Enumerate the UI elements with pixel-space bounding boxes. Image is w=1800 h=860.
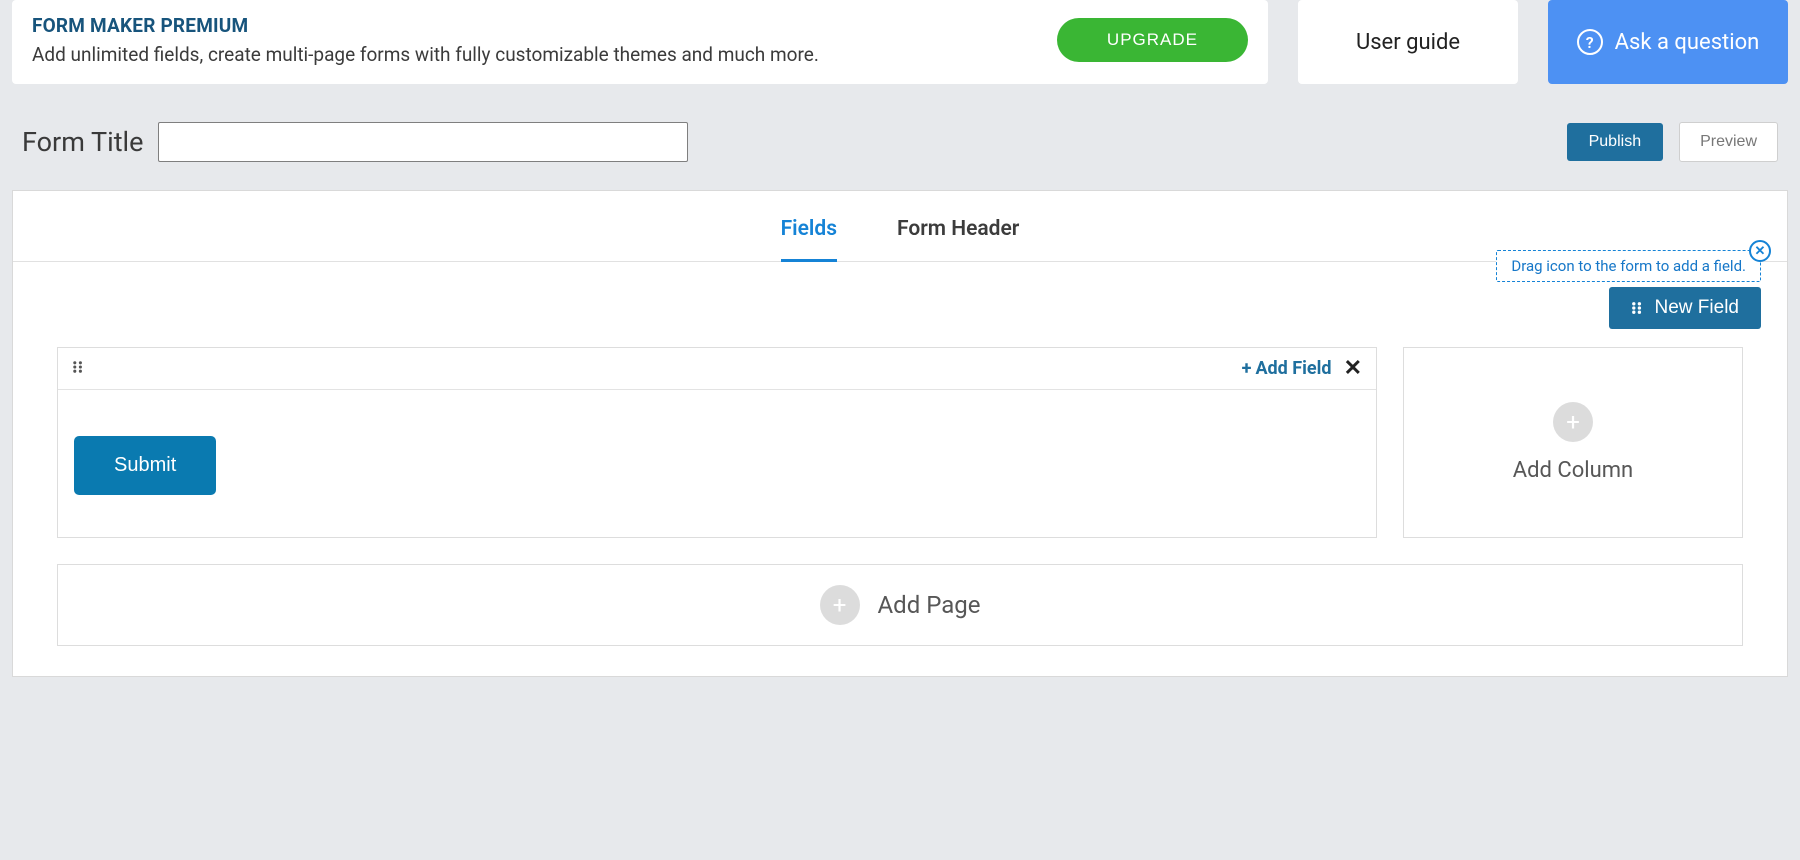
add-page-button[interactable]: + Add Page: [57, 564, 1743, 646]
form-title-actions: Publish Preview: [1567, 122, 1778, 162]
submit-area: Submit: [58, 390, 1376, 537]
add-field-button[interactable]: + Add Field: [1242, 358, 1332, 379]
submit-button[interactable]: Submit: [74, 436, 216, 495]
user-guide-label: User guide: [1356, 30, 1460, 55]
promo-subtitle: Add unlimited fields, create multi-page …: [32, 43, 819, 66]
add-field-label: Add Field: [1255, 358, 1331, 379]
tab-fields[interactable]: Fields: [781, 217, 837, 262]
form-title-input[interactable]: [158, 122, 688, 162]
publish-button[interactable]: Publish: [1567, 123, 1663, 161]
preview-button[interactable]: Preview: [1679, 122, 1778, 162]
promo-card: FORM MAKER PREMIUM Add unlimited fields,…: [12, 0, 1268, 84]
form-title-label: Form Title: [22, 126, 143, 158]
new-field-label: New Field: [1655, 297, 1739, 319]
form-column-actions: + Add Field ✕: [1242, 356, 1362, 381]
drag-handle-icon[interactable]: [72, 358, 86, 379]
hint-balloon: Drag icon to the form to add a field. ✕: [1496, 250, 1761, 282]
ask-question-button[interactable]: ? Ask a question: [1548, 0, 1788, 84]
top-bar: FORM MAKER PREMIUM Add unlimited fields,…: [0, 0, 1800, 84]
plus-icon: +: [1242, 358, 1252, 379]
form-column-header: + Add Field ✕: [58, 348, 1376, 390]
form-title-row: Form Title Publish Preview: [0, 84, 1800, 190]
user-guide-button[interactable]: User guide: [1298, 0, 1518, 84]
upgrade-button[interactable]: UPGRADE: [1057, 18, 1248, 62]
help-icon: ?: [1577, 29, 1603, 55]
new-field-button[interactable]: New Field: [1609, 287, 1761, 329]
add-page-label: Add Page: [878, 591, 981, 619]
panel-body: + Add Field ✕ Submit + Add Column + Add …: [13, 262, 1787, 676]
tab-form-header[interactable]: Form Header: [897, 217, 1019, 261]
promo-text: FORM MAKER PREMIUM Add unlimited fields,…: [32, 14, 819, 66]
editor-panel: Fields Form Header Drag icon to the form…: [12, 190, 1788, 677]
promo-title: FORM MAKER PREMIUM: [32, 14, 819, 37]
ask-question-label: Ask a question: [1615, 30, 1760, 55]
grip-icon: [1631, 301, 1645, 315]
remove-column-icon[interactable]: ✕: [1344, 356, 1362, 381]
plus-circle-icon: +: [1553, 402, 1593, 442]
hint-close-icon[interactable]: ✕: [1749, 240, 1771, 262]
add-column-label: Add Column: [1513, 458, 1633, 483]
add-column-button[interactable]: + Add Column: [1403, 347, 1743, 538]
form-column: + Add Field ✕ Submit: [57, 347, 1377, 538]
plus-circle-icon: +: [820, 585, 860, 625]
hint-text: Drag icon to the form to add a field.: [1511, 257, 1746, 275]
form-title-left: Form Title: [22, 122, 688, 162]
canvas-row: + Add Field ✕ Submit + Add Column: [57, 347, 1743, 538]
